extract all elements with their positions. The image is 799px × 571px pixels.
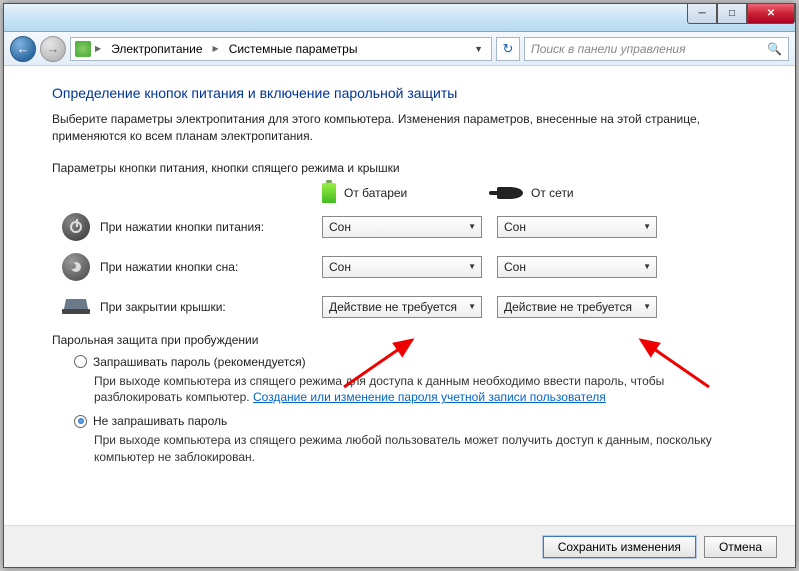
select-power-battery[interactable]: Сон — [322, 216, 482, 238]
chevron-right-icon: ▶ — [213, 44, 219, 53]
section-label: Парольная защита при пробуждении — [52, 333, 747, 347]
column-header-plugged: От сети — [531, 186, 574, 200]
content-area: Определение кнопок питания и включение п… — [4, 67, 795, 525]
power-plan-icon — [75, 41, 91, 57]
option-description: При выходе компьютера из спящего режима … — [94, 432, 747, 466]
option-description: При выходе компьютера из спящего режима … — [94, 373, 747, 407]
select-lid-battery[interactable]: Действие не требуется — [322, 296, 482, 318]
radio-no-password[interactable] — [74, 415, 87, 428]
battery-icon — [322, 183, 336, 203]
select-sleep-battery[interactable]: Сон — [322, 256, 482, 278]
address-bar[interactable]: ▶ Электропитание ▶ Системные параметры ▼ — [70, 37, 492, 61]
maximize-button[interactable]: □ — [717, 4, 747, 24]
forward-button[interactable]: → — [40, 36, 66, 62]
search-input[interactable]: Поиск в панели управления 🔍 — [524, 37, 789, 61]
refresh-button[interactable]: ↻ — [496, 37, 520, 61]
minimize-button[interactable]: ─ — [687, 4, 717, 24]
close-button[interactable]: ✕ — [747, 4, 795, 24]
select-sleep-plugged[interactable]: Сон — [497, 256, 657, 278]
laptop-lid-icon — [62, 293, 90, 321]
row-label-lid: При закрытии крышки: — [100, 300, 322, 314]
search-placeholder: Поиск в панели управления — [531, 42, 686, 56]
row-label-sleep: При нажатии кнопки сна: — [100, 260, 322, 274]
plug-icon — [497, 187, 523, 199]
page-title: Определение кнопок питания и включение п… — [52, 85, 747, 101]
chevron-right-icon: ▶ — [95, 44, 101, 53]
power-button-icon — [62, 213, 90, 241]
select-power-plugged[interactable]: Сон — [497, 216, 657, 238]
cancel-button[interactable]: Отмена — [704, 536, 777, 558]
radio-label: Запрашивать пароль (рекомендуется) — [93, 355, 306, 369]
breadcrumb-item[interactable]: Электропитание — [105, 42, 208, 56]
window-frame: ─ □ ✕ ← → ▶ Электропитание ▶ Системные п… — [3, 3, 796, 568]
section-label: Параметры кнопки питания, кнопки спящего… — [52, 161, 747, 175]
page-description: Выберите параметры электропитания для эт… — [52, 111, 747, 145]
search-icon: 🔍 — [767, 42, 782, 56]
row-label-power: При нажатии кнопки питания: — [100, 220, 322, 234]
nav-toolbar: ← → ▶ Электропитание ▶ Системные парамет… — [4, 32, 795, 66]
back-button[interactable]: ← — [10, 36, 36, 62]
sleep-button-icon — [62, 253, 90, 281]
radio-label: Не запрашивать пароль — [93, 414, 227, 428]
titlebar: ─ □ ✕ — [4, 4, 795, 32]
breadcrumb-item[interactable]: Системные параметры — [223, 42, 364, 56]
save-button[interactable]: Сохранить изменения — [543, 536, 696, 558]
link-change-password[interactable]: Создание или изменение пароля учетной за… — [253, 390, 606, 404]
radio-require-password[interactable] — [74, 355, 87, 368]
footer-bar: Сохранить изменения Отмена — [4, 525, 795, 567]
column-header-battery: От батареи — [344, 186, 407, 200]
chevron-down-icon[interactable]: ▼ — [470, 44, 487, 54]
select-lid-plugged[interactable]: Действие не требуется — [497, 296, 657, 318]
